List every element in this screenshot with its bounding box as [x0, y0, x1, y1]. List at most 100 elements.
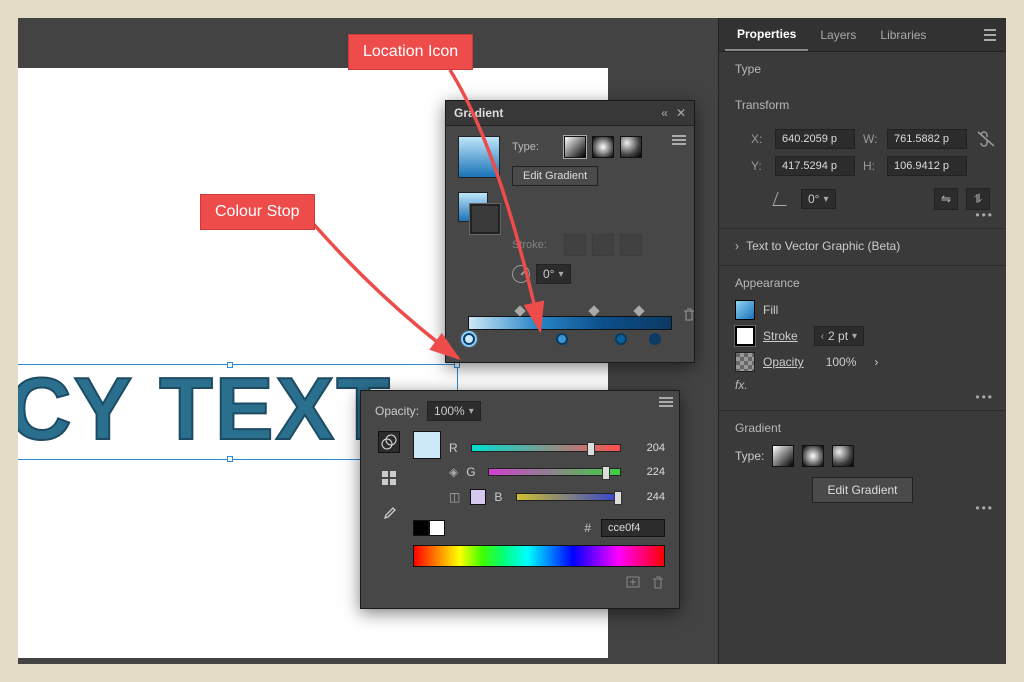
w-input[interactable] [887, 129, 967, 149]
chevron-down-icon[interactable]: ▾ [469, 406, 474, 417]
gradient-color-stop[interactable] [615, 333, 627, 345]
r-label: R [449, 441, 461, 455]
location-caret-icon[interactable] [633, 305, 644, 316]
rotate-value: 0° [808, 192, 819, 206]
stroke-align-center-icon [592, 234, 614, 256]
alt-color-swatch[interactable] [470, 489, 486, 505]
radial-gradient-icon[interactable] [592, 136, 614, 158]
gradient-panel-body: Type: Edit Gradient Stroke: 0° ▾ [446, 126, 694, 362]
chevron-down-icon[interactable]: ▾ [558, 269, 563, 280]
gradient-ramp-bar[interactable] [468, 316, 672, 330]
color-spectrum[interactable] [413, 545, 665, 567]
gradient-color-stop[interactable] [463, 333, 475, 345]
flip-horizontal-icon[interactable]: ⇋ [934, 188, 958, 210]
rotate-icon [772, 192, 791, 206]
type-label: Type: [512, 141, 558, 153]
current-color-swatch[interactable] [413, 431, 441, 459]
tab-libraries[interactable]: Libraries [868, 20, 938, 50]
rotate-input[interactable]: 0° ▾ [801, 189, 836, 209]
annotation-location-icon: Location Icon [348, 34, 473, 70]
gradient-angle-input[interactable]: 0° ▾ [536, 264, 571, 284]
stroke-weight-input[interactable]: ‹ 2 pt ▾ [814, 326, 864, 346]
appearance-more-icon[interactable]: ••• [975, 390, 994, 404]
panel-menu-icon[interactable] [980, 25, 1000, 45]
trash-icon[interactable] [651, 575, 665, 594]
h-input[interactable] [887, 156, 967, 176]
swatches-icon[interactable] [378, 467, 400, 489]
text-to-vector-section[interactable]: › Text to Vector Graphic (Beta) [719, 229, 1006, 266]
transform-title: Transform [735, 98, 990, 112]
chevron-right-icon[interactable]: › [874, 355, 878, 369]
stroke-swatch-icon[interactable] [470, 204, 500, 234]
r-slider[interactable] [471, 444, 621, 452]
properties-panel: Properties Layers Libraries Type Transfo… [718, 18, 1006, 664]
gradient-preview-swatch[interactable] [458, 136, 500, 178]
stepper-down-icon[interactable]: ‹ [821, 331, 824, 342]
linear-gradient-icon[interactable] [772, 445, 794, 467]
gradient-title: Gradient [735, 421, 990, 435]
chevron-right-icon: › [735, 239, 739, 253]
r-value[interactable]: 204 [631, 442, 665, 454]
panel-tabs: Properties Layers Libraries [719, 18, 1006, 52]
gradient-panel-header[interactable]: Gradient « ✕ [446, 101, 694, 126]
transform-more-icon[interactable]: ••• [975, 208, 994, 222]
chevron-down-icon[interactable]: ▾ [823, 194, 828, 205]
x-input[interactable] [775, 129, 855, 149]
fill-swatch[interactable] [735, 300, 755, 320]
linear-gradient-icon[interactable] [564, 136, 586, 158]
hex-hash-label: # [584, 521, 591, 535]
edit-gradient-button[interactable]: Edit Gradient [812, 477, 912, 503]
location-caret-icon[interactable] [514, 305, 525, 316]
close-icon[interactable]: ✕ [676, 106, 686, 120]
tab-properties[interactable]: Properties [725, 19, 808, 51]
type-section: Type [719, 52, 1006, 88]
freeform-gradient-icon[interactable] [620, 136, 642, 158]
gradient-section: Gradient Type: Edit Gradient ••• [719, 411, 1006, 521]
web-safe-icon[interactable]: ◫ [449, 490, 460, 504]
gradient-panel[interactable]: Gradient « ✕ Type: Edit Gradient Stroke: [445, 100, 695, 363]
out-of-gamut-icon[interactable]: ◈ [449, 465, 458, 479]
text-to-vector-label: Text to Vector Graphic (Beta) [746, 239, 900, 253]
fx-label[interactable]: fx. [735, 378, 748, 392]
stroke-label: Stroke [763, 329, 798, 343]
edit-gradient-button[interactable]: Edit Gradient [512, 166, 598, 186]
delete-stop-icon[interactable] [682, 307, 696, 326]
collapse-icon[interactable]: « [661, 106, 668, 120]
w-label: W: [863, 132, 879, 146]
b-value[interactable]: 244 [631, 491, 665, 503]
b-slider[interactable] [516, 493, 621, 501]
add-swatch-icon[interactable] [625, 575, 641, 594]
color-picker-panel[interactable]: Opacity: 100% ▾ R [360, 390, 680, 609]
eyedropper-icon[interactable] [378, 503, 400, 525]
angle-dial-icon[interactable] [512, 265, 530, 283]
gradient-panel-title: Gradient [454, 106, 503, 120]
constrain-proportions-icon[interactable] [975, 128, 997, 150]
color-mixer-icon[interactable] [378, 431, 400, 453]
tab-layers[interactable]: Layers [808, 20, 868, 50]
flip-vertical-icon[interactable]: ⥮ [966, 188, 990, 210]
g-slider[interactable] [488, 468, 621, 476]
opacity-value[interactable]: 100% [826, 355, 857, 369]
stroke-swatch[interactable] [735, 326, 755, 346]
reference-point-icon[interactable] [735, 135, 739, 169]
gradient-more-icon[interactable]: ••• [975, 501, 994, 515]
radial-gradient-icon[interactable] [802, 445, 824, 467]
appearance-title: Appearance [735, 276, 990, 290]
chevron-down-icon[interactable]: ▾ [852, 331, 857, 342]
freeform-gradient-icon[interactable] [832, 445, 854, 467]
location-caret-icon[interactable] [589, 305, 600, 316]
g-value[interactable]: 224 [631, 466, 665, 478]
opacity-swatch-icon [735, 352, 755, 372]
stroke-align-outside-icon [620, 234, 642, 256]
y-input[interactable] [775, 156, 855, 176]
gradient-color-stop[interactable] [556, 333, 568, 345]
color-panel-menu-icon[interactable] [659, 397, 673, 407]
appearance-section: Appearance Fill Stroke ‹ 2 pt ▾ Opacity … [719, 266, 1006, 411]
transform-section: Transform X: W: Y: [719, 88, 1006, 229]
opacity-label: Opacity: [375, 404, 419, 418]
hex-input[interactable] [601, 519, 665, 537]
gradient-ramp[interactable] [458, 302, 682, 352]
bw-swatch-icon[interactable] [413, 520, 445, 536]
stop-opacity-input[interactable]: 100% ▾ [427, 401, 481, 421]
gradient-color-stop[interactable] [649, 333, 661, 345]
